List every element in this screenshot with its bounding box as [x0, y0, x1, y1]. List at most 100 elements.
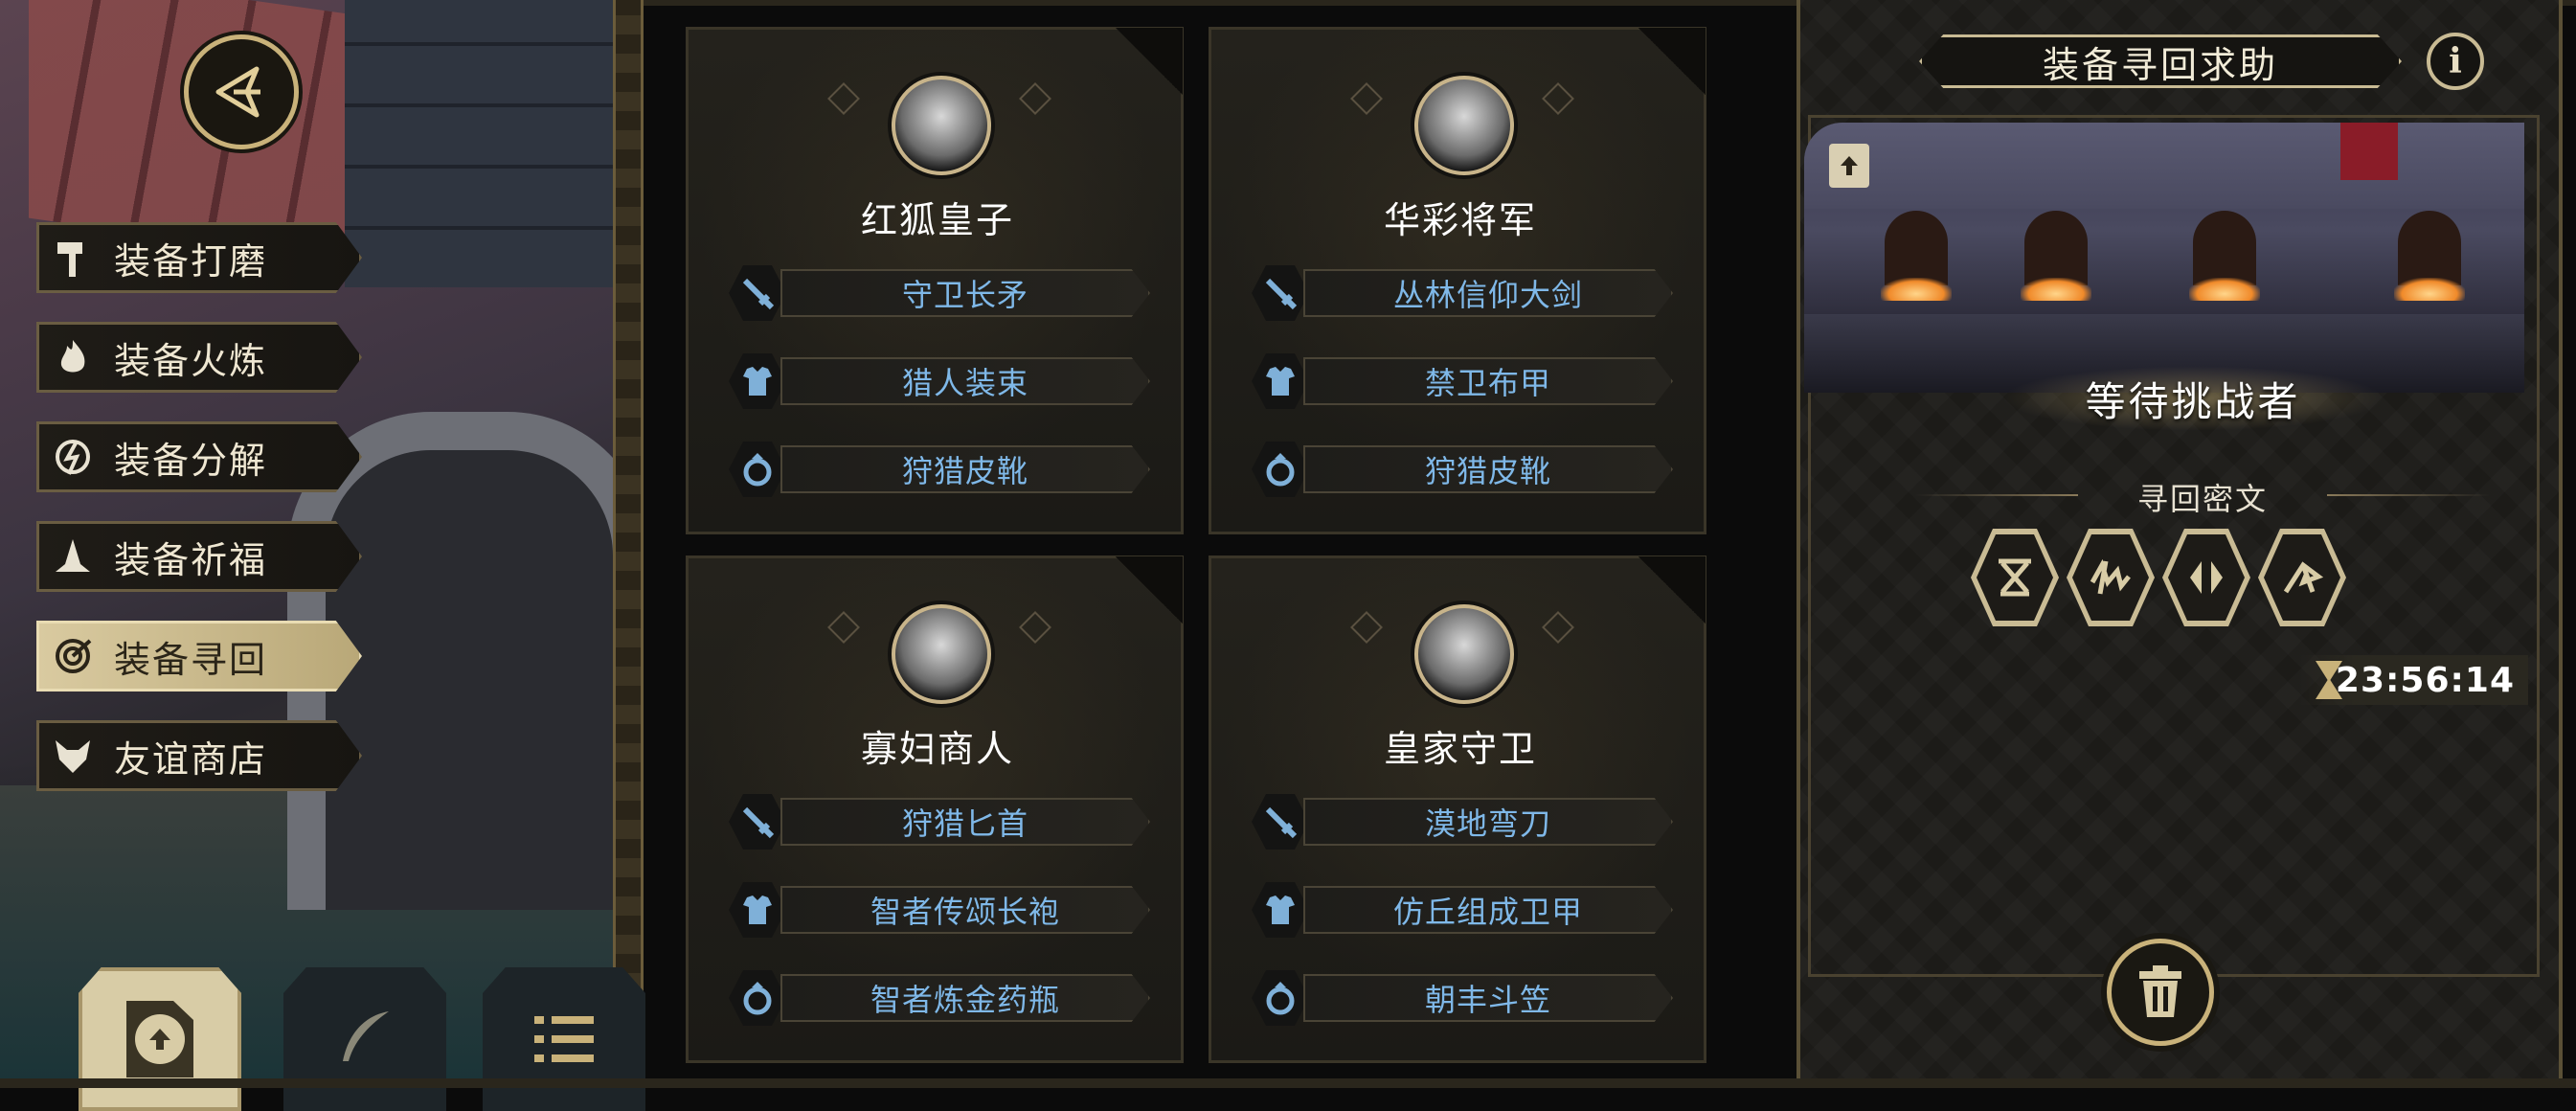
- equipment-name-bar: 猎人装束: [780, 357, 1150, 405]
- scene-window: [1885, 211, 1948, 285]
- character-card[interactable]: 寡妇商人狩猎匕首智者传颂长袍智者炼金药瓶: [686, 556, 1184, 1063]
- menu-item-polish[interactable]: 装备打磨: [36, 222, 362, 293]
- menu-item-label: 装备分解: [114, 439, 268, 482]
- trash-icon: [2139, 965, 2181, 1017]
- card-corner: [1638, 28, 1706, 95]
- equipment-slot-armor[interactable]: 猎人装束: [729, 351, 1150, 411]
- ring-icon: [729, 442, 786, 497]
- rune-1-icon: [1999, 558, 2031, 597]
- character-card[interactable]: 皇家守卫 漠地弯刀 仿丘组成卫甲 朝丰斗笠: [1209, 556, 1706, 1063]
- card-ornament: [1019, 611, 1051, 644]
- character-card[interactable]: 华彩将军丛林信仰大剑 禁卫布甲狩猎皮靴: [1209, 27, 1706, 534]
- equipment-name: 禁卫布甲: [1424, 365, 1551, 401]
- menu-item-friendship-shop[interactable]: 友谊商店: [36, 720, 362, 791]
- equipment-name-bar: 守卫长矛: [780, 269, 1150, 317]
- equipment-slot-weapon[interactable]: 丛林信仰大剑: [1252, 263, 1673, 323]
- card-corner: [1116, 28, 1183, 95]
- sword-icon: [1252, 265, 1309, 321]
- equipment-slot-weapon[interactable]: 漠地弯刀: [1252, 792, 1673, 851]
- menu-item-bless[interactable]: 装备祈福: [36, 521, 362, 592]
- praying-hands-icon: [39, 523, 106, 590]
- flame-icon: [39, 324, 106, 391]
- info-button[interactable]: i: [2427, 33, 2484, 90]
- equipment-slot-weapon[interactable]: 守卫长矛: [729, 263, 1150, 323]
- info-icon: i: [2449, 41, 2462, 81]
- armor-icon: [729, 353, 786, 409]
- equipment-name-bar: 禁卫布甲: [1303, 357, 1673, 405]
- equipment-slot-armor[interactable]: 禁卫布甲: [1252, 351, 1673, 411]
- timer-text: 23:56:14: [2335, 660, 2515, 700]
- retrieve-spiral-icon: [39, 623, 106, 690]
- menu-item-dismantle[interactable]: 装备分解: [36, 421, 362, 492]
- upload-button[interactable]: [79, 967, 241, 1111]
- armor-icon: [1252, 353, 1309, 409]
- challenge-scene-image: [1804, 123, 2524, 393]
- equipment-slot-accessory[interactable]: 朝丰斗笠: [1252, 968, 1673, 1028]
- character-avatar: [1414, 604, 1514, 704]
- card-ornament: [827, 611, 860, 644]
- equipment-name: 漠地弯刀: [1424, 805, 1551, 842]
- ring-icon: [1252, 442, 1309, 497]
- armor-icon: [729, 882, 786, 938]
- scene-window: [2193, 211, 2256, 285]
- menu-item-label: 装备火炼: [114, 339, 268, 382]
- equipment-name: 仿丘组成卫甲: [1392, 894, 1583, 930]
- menu-item-label: 友谊商店: [114, 737, 268, 781]
- section-title: 寻回密文: [2136, 481, 2268, 517]
- equipment-name-bar: 狩猎皮靴: [1303, 445, 1673, 493]
- character-avatar: [892, 604, 991, 704]
- menu-item-refine[interactable]: 装备火炼: [36, 322, 362, 393]
- rune-4-icon: [2283, 561, 2324, 594]
- back-button[interactable]: [184, 34, 299, 149]
- scene-window: [2398, 211, 2461, 285]
- card-corner: [1638, 556, 1706, 624]
- character-card[interactable]: 红狐皇子守卫长矛猎人装束狩猎皮靴: [686, 27, 1184, 534]
- card-ornament: [1542, 611, 1574, 644]
- equipment-slot-armor[interactable]: 仿丘组成卫甲: [1252, 880, 1673, 940]
- equipment-name: 朝丰斗笠: [1424, 982, 1551, 1018]
- panel-title: 装备寻回求助: [2042, 43, 2278, 86]
- upload-icon: [1841, 156, 1858, 175]
- bottom-border: [0, 1078, 2576, 1088]
- character-name: 华彩将军: [1383, 199, 1537, 241]
- equipment-name-bar: 仿丘组成卫甲: [1303, 886, 1673, 934]
- fox-head-icon: [39, 722, 106, 789]
- equipment-name-bar: 智者炼金药瓶: [780, 974, 1150, 1022]
- status-text: 等待挑战者: [2085, 377, 2301, 425]
- equipment-name-bar: 朝丰斗笠: [1303, 974, 1673, 1022]
- status-banner: 等待挑战者: [2001, 366, 2384, 431]
- equipment-slot-weapon[interactable]: 狩猎匕首: [729, 792, 1150, 851]
- rune-3-icon: [2190, 561, 2223, 594]
- equipment-slot-accessory[interactable]: 狩猎皮靴: [729, 440, 1150, 499]
- menu-item-label: 装备寻回: [114, 638, 268, 681]
- list-button[interactable]: [483, 967, 645, 1111]
- character-name: 红狐皇子: [860, 199, 1014, 241]
- scene-wall: [345, 0, 613, 287]
- equipment-slot-armor[interactable]: 智者传颂长袍: [729, 880, 1150, 940]
- rune-2-icon: [2090, 558, 2131, 595]
- equipment-name-bar: 丛林信仰大剑: [1303, 269, 1673, 317]
- equipment-name: 智者传颂长袍: [870, 894, 1060, 930]
- feather-button[interactable]: [283, 967, 446, 1111]
- equipment-name-bar: 狩猎皮靴: [780, 445, 1150, 493]
- armor-icon: [1252, 882, 1309, 938]
- equipment-name: 丛林信仰大剑: [1392, 277, 1583, 313]
- back-arrow-icon: [215, 66, 260, 118]
- character-name: 寡妇商人: [860, 728, 1014, 770]
- split-icon: [39, 423, 106, 490]
- menu-item-retrieve[interactable]: 装备寻回: [36, 621, 362, 692]
- sword-icon: [729, 794, 786, 850]
- delete-button[interactable]: [2107, 939, 2214, 1046]
- equipment-name: 狩猎皮靴: [1424, 453, 1551, 489]
- panel-title-bar: 装备寻回求助: [1919, 34, 2402, 88]
- ring-icon: [729, 970, 786, 1026]
- equipment-slot-accessory[interactable]: 狩猎皮靴: [1252, 440, 1673, 499]
- equipment-slot-accessory[interactable]: 智者炼金药瓶: [729, 968, 1150, 1028]
- card-ornament: [827, 82, 860, 115]
- share-button[interactable]: [1829, 144, 1869, 188]
- scene-divider: [613, 0, 644, 1088]
- scene-banner: [2340, 123, 2398, 180]
- equipment-name: 猎人装束: [901, 365, 1028, 401]
- sword-icon: [1252, 794, 1309, 850]
- ring-icon: [1252, 970, 1309, 1026]
